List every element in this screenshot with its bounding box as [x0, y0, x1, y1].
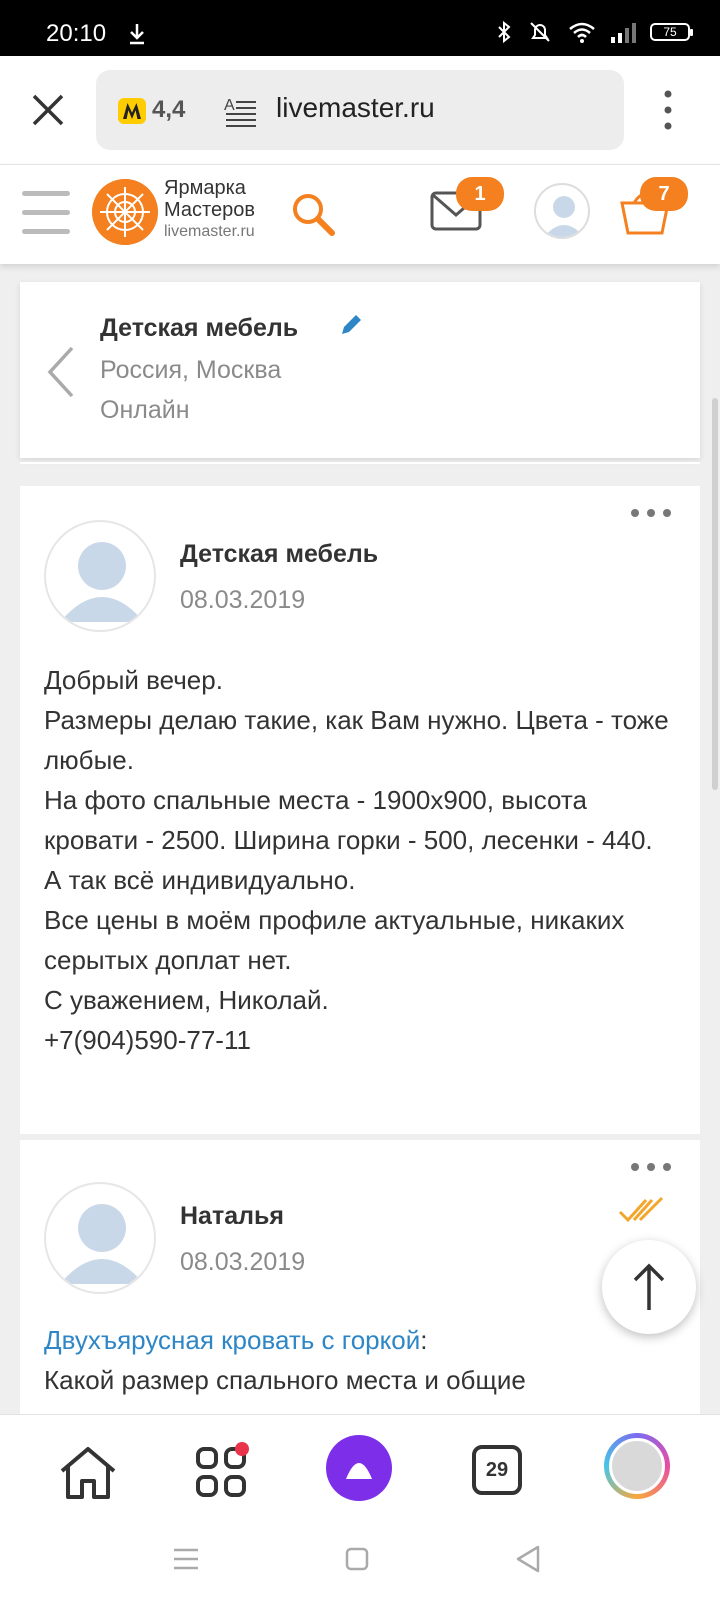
cart-count-badge: 7 [640, 177, 688, 211]
bluetooth-icon [498, 20, 511, 44]
search-icon[interactable] [290, 191, 336, 237]
message-body: Двухъярусная кровать с горкой: Какой раз… [44, 1320, 684, 1400]
message-item: Наталья 08.03.2019 Двухъярусная кровать … [20, 1140, 700, 1420]
site-rating: 4,4 [152, 96, 186, 123]
brand-line1: Ярмарка [164, 177, 246, 199]
user-avatar-icon[interactable] [534, 183, 590, 239]
link-suffix: : [420, 1325, 428, 1355]
status-bar: 20:10 75 [0, 0, 720, 56]
message-line: Какой размер спального места и общие [44, 1365, 526, 1395]
message-date: 08.03.2019 [180, 586, 306, 614]
message-item: Детская мебель 08.03.2019 Добрый вечер. … [20, 486, 700, 1134]
divider [20, 462, 700, 464]
arrow-up-icon [633, 1263, 665, 1310]
more-vertical-icon[interactable] [664, 90, 672, 130]
edit-pencil-icon[interactable] [338, 312, 364, 338]
battery-icon: 75 [650, 23, 693, 41]
back-chevron-icon[interactable] [44, 344, 78, 400]
message-line: Размеры делаю такие, как Вам нужно. Цвет… [44, 705, 669, 775]
browser-bottom-nav: 29 [0, 1414, 720, 1532]
download-icon [130, 24, 144, 45]
message-author[interactable]: Детская мебель [180, 540, 378, 569]
avatar[interactable] [44, 1182, 156, 1294]
tabs-count-button[interactable]: 29 [472, 1445, 522, 1495]
message-line: А так всё индивидуально. [44, 865, 356, 895]
alice-assistant-icon[interactable] [326, 1435, 392, 1501]
system-nav-bar [0, 1532, 720, 1600]
dialog-status: Онлайн [100, 396, 190, 424]
status-icons: 75 [496, 20, 693, 44]
browser-toolbar: 4,4 A livemaster.ru [0, 56, 720, 164]
message-author[interactable]: Наталья [180, 1202, 284, 1231]
message-line: На фото спальные места - 1900х900, высот… [44, 785, 653, 855]
dialog-location: Россия, Москва [100, 356, 282, 384]
svg-text:A: A [224, 97, 235, 114]
avatar[interactable] [44, 520, 156, 632]
message-line: +7(904)590-77-11 [44, 1025, 251, 1055]
mail-count-badge: 1 [456, 177, 504, 211]
read-checkmark-icon [618, 1196, 664, 1223]
brand-text[interactable]: Ярмарка Мастеров livemaster.ru [164, 177, 255, 243]
scrollbar[interactable] [712, 398, 718, 790]
yandex-rating-icon [118, 98, 146, 124]
more-horizontal-icon[interactable] [630, 508, 672, 518]
message-line: Все цены в моём профиле актуальные, ника… [44, 905, 625, 975]
message-body: Добрый вечер. Размеры делаю такие, как В… [44, 660, 684, 1060]
brand-line2: Мастеров [164, 199, 255, 221]
hamburger-menu-icon[interactable] [22, 191, 70, 235]
message-line: Добрый вечер. [44, 665, 223, 695]
dialog-title[interactable]: Детская мебель [100, 314, 298, 343]
brand-domain: livemaster.ru [164, 223, 255, 240]
message-date: 08.03.2019 [180, 1248, 306, 1276]
address-bar[interactable]: 4,4 A livemaster.ru [96, 70, 624, 150]
back-triangle-icon[interactable] [514, 1544, 542, 1574]
services-grid-icon[interactable] [190, 1441, 254, 1505]
url-text: livemaster.ru [276, 92, 435, 123]
more-horizontal-icon[interactable] [630, 1162, 672, 1172]
message-line: Двухъярусная кровать с горкой: [44, 1320, 684, 1360]
signal-icon [611, 23, 636, 43]
reader-mode-icon[interactable]: A [224, 94, 258, 128]
site-header: Ярмарка Мастеров livemaster.ru 1 7 [0, 164, 720, 264]
status-time: 20:10 [46, 20, 107, 47]
product-link[interactable]: Двухъярусная кровать с горкой [44, 1325, 420, 1355]
mute-bell-icon [530, 22, 550, 42]
message-line: С уважением, Николай. [44, 985, 329, 1015]
close-icon[interactable] [28, 90, 68, 130]
dialog-header-card: Детская мебель Россия, Москва Онлайн [20, 282, 700, 458]
scroll-to-top-button[interactable] [602, 1240, 696, 1334]
home-icon[interactable] [56, 1441, 120, 1505]
profile-avatar-icon[interactable] [604, 1433, 670, 1499]
wifi-icon [569, 22, 595, 43]
livemaster-logo-icon[interactable] [92, 179, 158, 245]
home-square-icon[interactable] [344, 1546, 370, 1572]
recents-menu-icon[interactable] [172, 1546, 200, 1572]
